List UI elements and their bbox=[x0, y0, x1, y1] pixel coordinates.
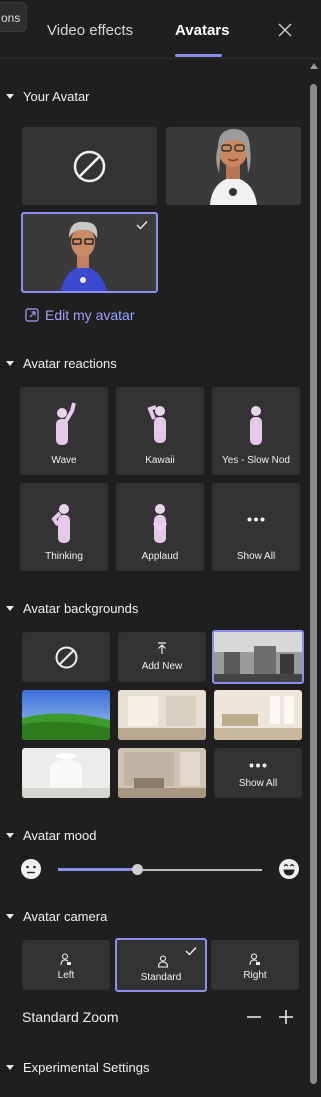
camera-option-left[interactable]: Left bbox=[22, 940, 110, 990]
checkmark-icon bbox=[185, 947, 197, 956]
scroll-up-icon[interactable] bbox=[310, 63, 318, 69]
section-title: Avatar reactions bbox=[23, 355, 117, 371]
chevron-down-icon bbox=[6, 605, 14, 611]
background-add-new[interactable]: Add New bbox=[118, 632, 206, 682]
avatar-tile-2-selected[interactable] bbox=[21, 212, 158, 293]
background-image bbox=[214, 632, 302, 682]
reaction-show-all[interactable]: Show All bbox=[212, 483, 300, 571]
background-thumb-room-3[interactable] bbox=[22, 748, 110, 798]
section-title: Avatar mood bbox=[23, 827, 97, 843]
reaction-figure-image bbox=[250, 406, 262, 445]
chevron-down-icon bbox=[6, 360, 14, 366]
zoom-out-icon[interactable] bbox=[245, 1008, 263, 1026]
background-image bbox=[22, 690, 110, 740]
chevron-down-icon bbox=[6, 832, 14, 838]
camera-label: Right bbox=[243, 970, 267, 981]
chevron-down-icon bbox=[6, 913, 14, 919]
background-thumb-room-2[interactable] bbox=[214, 690, 302, 740]
tab-avatars[interactable]: Avatars bbox=[175, 22, 229, 39]
edit-my-avatar-label: Edit my avatar bbox=[45, 307, 135, 323]
avatar-tile-1[interactable] bbox=[166, 127, 301, 205]
person-camera-icon bbox=[249, 953, 260, 966]
person-icon bbox=[157, 955, 169, 968]
background-thumb-selected[interactable] bbox=[212, 630, 304, 684]
background-show-all[interactable]: Show All bbox=[214, 748, 302, 798]
camera-option-right[interactable]: Right bbox=[211, 940, 299, 990]
background-image bbox=[118, 748, 206, 798]
show-all-label: Show All bbox=[238, 778, 278, 789]
camera-label: Left bbox=[57, 970, 75, 981]
avatar-none-tile[interactable] bbox=[22, 127, 157, 205]
mood-slider-row bbox=[20, 857, 302, 883]
reaction-thinking[interactable]: Thinking bbox=[20, 483, 108, 571]
zoom-in-icon[interactable] bbox=[277, 1008, 295, 1026]
reaction-label: Yes - Slow Nod bbox=[222, 455, 290, 466]
background-image bbox=[118, 690, 206, 740]
chevron-down-icon bbox=[6, 1064, 14, 1070]
background-thumb-room-1[interactable] bbox=[118, 690, 206, 740]
camera-label: Standard bbox=[140, 972, 182, 983]
grinning-face-icon[interactable] bbox=[278, 858, 300, 880]
chevron-down-icon bbox=[6, 93, 14, 99]
scrollbar-thumb[interactable] bbox=[310, 84, 317, 1084]
reaction-figure-image bbox=[147, 405, 166, 443]
reaction-label: Applaud bbox=[141, 551, 179, 562]
section-your-avatar[interactable]: Your Avatar bbox=[6, 86, 90, 106]
add-new-label: Add New bbox=[141, 661, 183, 672]
close-icon[interactable] bbox=[276, 21, 294, 39]
section-title: Avatar camera bbox=[23, 908, 108, 924]
section-avatar-backgrounds[interactable]: Avatar backgrounds bbox=[6, 598, 138, 618]
zoom-label: Standard Zoom bbox=[22, 1009, 119, 1025]
reaction-figure-image bbox=[56, 402, 76, 445]
reaction-figure-image bbox=[152, 504, 168, 543]
person-camera-icon bbox=[60, 953, 71, 966]
reaction-wave[interactable]: Wave bbox=[20, 387, 108, 475]
avatar-image bbox=[210, 129, 257, 205]
reaction-applaud[interactable]: Applaud bbox=[116, 483, 204, 571]
section-avatar-reactions[interactable]: Avatar reactions bbox=[6, 353, 117, 373]
tab-video-effects[interactable]: Video effects bbox=[47, 22, 133, 39]
more-icon bbox=[249, 763, 267, 768]
tab-options-partial[interactable]: ons bbox=[0, 2, 27, 32]
section-title: Your Avatar bbox=[23, 88, 90, 104]
more-icon bbox=[247, 517, 265, 522]
mood-slider-fill bbox=[58, 868, 138, 871]
section-title: Experimental Settings bbox=[23, 1059, 150, 1075]
upload-icon bbox=[158, 642, 166, 654]
section-avatar-mood[interactable]: Avatar mood bbox=[6, 825, 96, 845]
checkmark-icon bbox=[136, 221, 148, 230]
section-avatar-camera[interactable]: Avatar camera bbox=[6, 906, 107, 926]
reaction-figure-image bbox=[51, 504, 70, 543]
prohibited-icon bbox=[55, 646, 78, 669]
edit-my-avatar-link[interactable]: Edit my avatar bbox=[25, 307, 134, 323]
reaction-label: Kawaii bbox=[145, 455, 175, 466]
mood-slider-thumb[interactable] bbox=[132, 864, 144, 875]
section-title: Avatar backgrounds bbox=[23, 600, 139, 616]
background-image bbox=[22, 748, 110, 798]
reaction-kawaii[interactable]: Kawaii bbox=[116, 387, 204, 475]
camera-option-standard-selected[interactable]: Standard bbox=[115, 938, 207, 992]
prohibited-icon bbox=[73, 150, 106, 183]
active-tab-indicator bbox=[175, 54, 222, 57]
neutral-face-icon[interactable] bbox=[20, 858, 42, 880]
background-thumb-room-4[interactable] bbox=[118, 748, 206, 798]
tab-bar: ons Video effects Avatars bbox=[0, 0, 321, 59]
open-external-icon bbox=[25, 308, 39, 322]
background-image bbox=[214, 690, 302, 740]
background-none-tile[interactable] bbox=[22, 632, 110, 682]
reaction-label: Wave bbox=[51, 455, 77, 466]
background-thumb-hills[interactable] bbox=[22, 690, 110, 740]
reaction-label: Thinking bbox=[45, 551, 83, 562]
reaction-label: Show All bbox=[236, 551, 276, 562]
section-experimental-settings[interactable]: Experimental Settings bbox=[6, 1057, 149, 1077]
reaction-yes-slow-nod[interactable]: Yes - Slow Nod bbox=[212, 387, 300, 475]
